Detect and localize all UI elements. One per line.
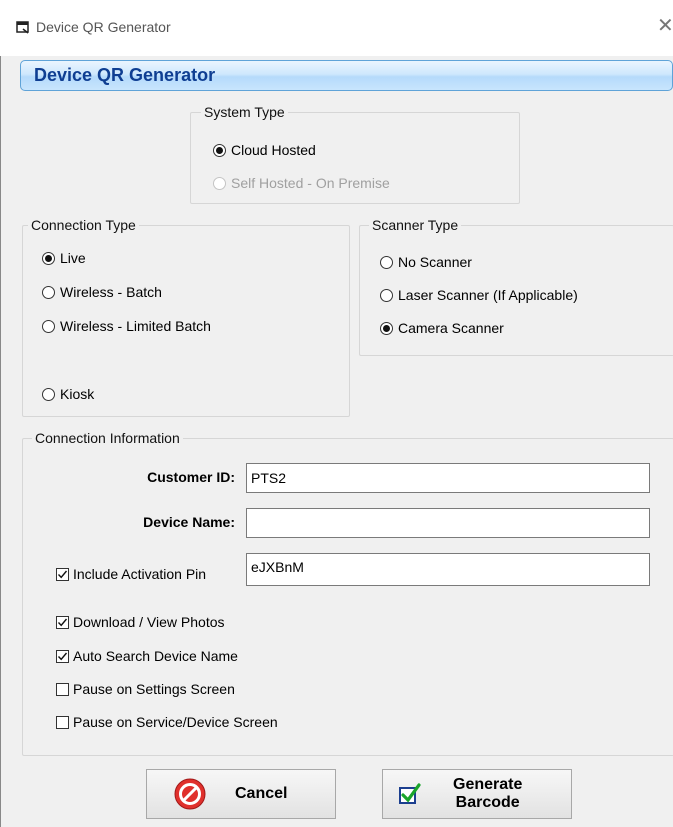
radio-no-scanner[interactable]: No Scanner (380, 252, 472, 272)
scanner-type-legend: Scanner Type (372, 217, 459, 233)
activation-pin-input[interactable]: eJXBnM (246, 553, 650, 586)
radio-kiosk[interactable]: Kiosk (42, 384, 94, 404)
window-title: Device QR Generator (36, 19, 171, 35)
system-type-legend: System Type (204, 104, 285, 120)
radio-label: Wireless - Batch (60, 284, 162, 300)
radio-button[interactable] (42, 387, 55, 401)
no-entry-icon (174, 778, 206, 810)
window-icon (16, 21, 29, 34)
radio-label: Wireless - Limited Batch (60, 318, 211, 334)
radio-cloud-hosted[interactable]: Cloud Hosted (213, 140, 316, 160)
cancel-button[interactable]: Cancel (146, 769, 336, 819)
checkbox[interactable] (56, 715, 69, 729)
radio-label: Cloud Hosted (231, 142, 316, 158)
checkbox-auto-search-device-name[interactable]: Auto Search Device Name (56, 646, 238, 666)
radio-label: Self Hosted - On Premise (231, 175, 390, 191)
checkbox-pause-service-device-screen[interactable]: Pause on Service/Device Screen (56, 712, 278, 732)
radio-button[interactable] (213, 176, 226, 190)
generate-barcode-button[interactable]: Generate Barcode (382, 769, 572, 819)
checkbox-pause-settings-screen[interactable]: Pause on Settings Screen (56, 679, 235, 699)
checkmark-icon (57, 618, 68, 626)
radio-wireless-batch[interactable]: Wireless - Batch (42, 282, 162, 302)
radio-wireless-limited-batch[interactable]: Wireless - Limited Batch (42, 316, 211, 336)
radio-button[interactable] (213, 143, 226, 157)
checkmark-icon (57, 652, 68, 660)
device-name-input[interactable] (246, 508, 650, 538)
radio-laser-scanner[interactable]: Laser Scanner (If Applicable) (380, 285, 578, 305)
connection-info-legend: Connection Information (35, 430, 180, 446)
device-name-label: Device Name: (143, 514, 235, 530)
checkbox-label: Pause on Service/Device Screen (73, 714, 278, 730)
checkmark-box-icon (399, 783, 421, 804)
radio-button[interactable] (42, 285, 55, 299)
generate-button-label-line2: Barcode (455, 794, 520, 811)
checkmark-icon (57, 570, 68, 578)
radio-camera-scanner[interactable]: Camera Scanner (380, 318, 504, 338)
checkbox-include-activation-pin[interactable]: Include Activation Pin (56, 564, 206, 584)
checkbox-download-view-photos[interactable]: Download / View Photos (56, 612, 225, 632)
radio-label: No Scanner (398, 254, 472, 270)
checkbox[interactable] (56, 682, 69, 696)
checkbox-label: Pause on Settings Screen (73, 681, 235, 697)
close-icon[interactable]: ✕ (657, 16, 673, 36)
checkbox-label: Auto Search Device Name (73, 648, 238, 664)
generate-button-label-line1: Generate (453, 776, 523, 793)
radio-label: Kiosk (60, 386, 95, 402)
customer-id-label: Customer ID: (147, 469, 235, 485)
radio-label: Laser Scanner (If Applicable) (398, 287, 578, 303)
radio-button[interactable] (380, 288, 393, 302)
radio-self-hosted[interactable]: Self Hosted - On Premise (213, 173, 390, 193)
checkbox[interactable] (56, 649, 69, 663)
radio-button[interactable] (380, 321, 393, 335)
cancel-button-label: Cancel (235, 785, 288, 802)
radio-button[interactable] (42, 251, 55, 265)
radio-live[interactable]: Live (42, 248, 86, 268)
radio-label: Live (60, 250, 86, 266)
dialog-header: Device QR Generator (20, 60, 673, 91)
customer-id-input[interactable]: PTS2 (246, 463, 650, 493)
radio-button[interactable] (42, 319, 55, 333)
window-titlebar: Device QR Generator ✕ (0, 0, 673, 56)
checkbox[interactable] (56, 615, 69, 629)
connection-type-legend: Connection Type (31, 217, 136, 233)
radio-label: Camera Scanner (398, 320, 504, 336)
checkbox-label: Download / View Photos (73, 614, 225, 630)
checkbox[interactable] (56, 567, 69, 581)
checkbox-label: Include Activation Pin (73, 566, 207, 582)
dialog-header-title: Device QR Generator (34, 65, 216, 85)
radio-button[interactable] (380, 255, 393, 269)
